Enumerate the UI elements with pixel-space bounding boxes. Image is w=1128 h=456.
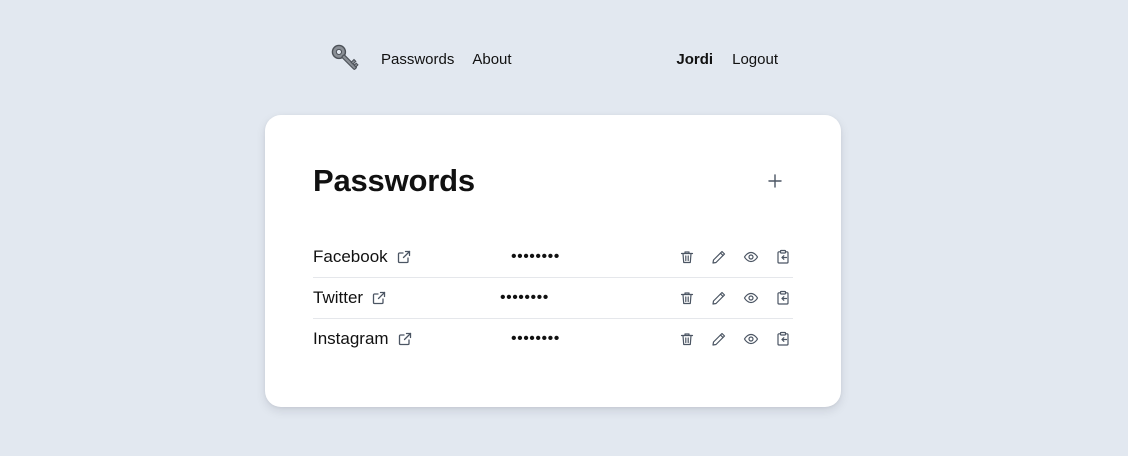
row-actions (677, 278, 793, 318)
pencil-icon (712, 332, 726, 346)
eye-icon (743, 292, 759, 304)
row-actions (677, 319, 793, 359)
copy-password-button[interactable] (773, 247, 793, 267)
site-name: Facebook (313, 247, 388, 266)
site-link-twitter[interactable]: Twitter (313, 278, 386, 318)
trash-icon (680, 251, 694, 264)
clipboard-icon (777, 249, 789, 264)
eye-icon (743, 333, 759, 345)
site-name: Twitter (313, 288, 364, 307)
table-row: Instagram •••••••• (313, 319, 793, 360)
external-link-icon (397, 250, 411, 264)
external-link-icon (372, 291, 386, 305)
table-row: Twitter •••••••• (313, 278, 793, 319)
card-header: Passwords (313, 161, 793, 201)
nav-left: Passwords About (328, 41, 512, 77)
copy-password-button[interactable] (773, 288, 793, 308)
user-name: Jordi (676, 50, 714, 68)
clipboard-icon (777, 331, 789, 346)
nav-link-about[interactable]: About (472, 51, 511, 68)
table-row: Facebook •••••••• (313, 237, 793, 278)
trash-icon (680, 333, 694, 346)
pencil-icon (712, 250, 726, 264)
key-icon[interactable] (328, 41, 364, 77)
edit-button[interactable] (709, 288, 729, 308)
page-title: Passwords (313, 163, 475, 198)
nav-right: Jordi Logout (676, 51, 778, 68)
row-actions (677, 237, 793, 277)
external-link-icon (398, 332, 412, 346)
top-nav: Passwords About Jordi Logout (328, 38, 778, 80)
masked-password: •••••••• (511, 330, 560, 347)
pencil-icon (712, 291, 726, 305)
logout-link[interactable]: Logout (732, 51, 778, 68)
show-password-button[interactable] (741, 247, 761, 267)
passwords-card: Passwords Facebook •••••••• Twitter ••••… (265, 115, 841, 407)
delete-button[interactable] (677, 288, 697, 308)
site-link-instagram[interactable]: Instagram (313, 319, 412, 359)
add-password-button[interactable] (763, 169, 787, 193)
trash-icon (680, 292, 694, 305)
show-password-button[interactable] (741, 288, 761, 308)
nav-link-passwords[interactable]: Passwords (381, 51, 454, 68)
clipboard-icon (777, 290, 789, 305)
password-list: Facebook •••••••• Twitter •••••••• Insta… (313, 237, 793, 360)
plus-icon (768, 174, 782, 188)
show-password-button[interactable] (741, 329, 761, 349)
site-link-facebook[interactable]: Facebook (313, 237, 411, 277)
masked-password: •••••••• (511, 248, 560, 265)
eye-icon (743, 251, 759, 263)
copy-password-button[interactable] (773, 329, 793, 349)
edit-button[interactable] (709, 329, 729, 349)
edit-button[interactable] (709, 247, 729, 267)
delete-button[interactable] (677, 247, 697, 267)
delete-button[interactable] (677, 329, 697, 349)
site-name: Instagram (313, 329, 389, 348)
masked-password: •••••••• (500, 289, 549, 306)
